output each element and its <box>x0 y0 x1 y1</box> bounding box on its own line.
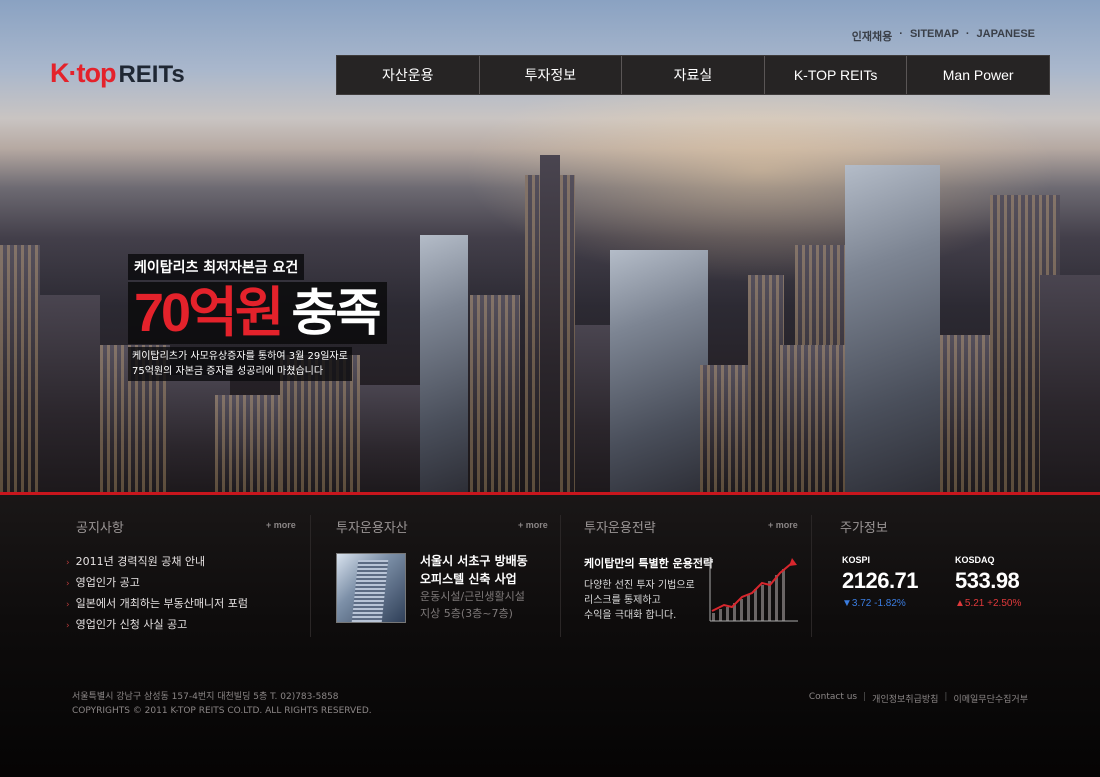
strategy-description: 다양한 선진 투자 기법으로 리스크를 통제하고 수익을 극대화 합니다. <box>584 580 695 621</box>
notice-item[interactable]: › 영업인가 공고 <box>66 573 248 594</box>
strategy-title: 투자운용전략 <box>584 521 656 536</box>
footer-address: 서울특별시 강남구 삼성동 157-4번지 대천빌딩 5층 T. 02)783-… <box>72 692 339 702</box>
nav-archive[interactable]: 자료실 <box>622 56 765 94</box>
notice-title: 공지사항 <box>76 521 124 536</box>
hero-description: 케이탑리츠가 사모유상증자를 통하여 3월 29일자로 75억원의 자본금 증자… <box>128 347 352 381</box>
kosdaq-label: KOSDAQ <box>955 555 995 565</box>
kosdaq-widget: KOSDAQ 533.98 ▲5.21 +2.50% <box>955 555 1021 609</box>
notice-list: › 2011년 경력직원 공채 안내 › 영업인가 공고 › 일본에서 개최하는 부동… <box>66 552 248 636</box>
hero-banner: K·top REITs 인재채용 · SITEMAP · JAPANESE 자산… <box>0 0 1100 495</box>
footer-links: Contact us | 개인정보취급방침 | 이메일무단수집거부 <box>809 692 1028 705</box>
kosdaq-change: ▲5.21 +2.50% <box>955 598 1022 609</box>
stocks-title: 주가정보 <box>840 521 888 536</box>
bullet-icon: › <box>66 621 70 631</box>
util-japanese-link[interactable]: JAPANESE <box>970 28 1042 44</box>
notice-item[interactable]: › 영업인가 신청 사실 공고 <box>66 615 248 636</box>
nav-investment-info[interactable]: 투자정보 <box>480 56 623 94</box>
util-sitemap-link[interactable]: SITEMAP <box>903 28 966 44</box>
footer-copyright: COPYRIGHTS © 2011 K-TOP REITS CO.LTD. AL… <box>72 706 372 716</box>
notice-item[interactable]: › 일본에서 개최하는 부동산매니저 포럼 <box>66 594 248 615</box>
hero-kicker: 케이탑리츠 최저자본금 요건 <box>128 254 305 280</box>
footer-email-policy-link[interactable]: 이메일무단수집거부 <box>953 692 1028 705</box>
nav-ktop-reits[interactable]: K-TOP REITs <box>765 56 908 94</box>
site-logo[interactable]: K·top REITs <box>50 58 185 89</box>
util-recruit-link[interactable]: 인재채용 <box>845 28 899 44</box>
column-divider <box>310 515 311 637</box>
main-nav: 자산운용 투자정보 자료실 K-TOP REITs Man Power <box>336 55 1050 95</box>
footer-privacy-link[interactable]: 개인정보취급방침 <box>872 692 938 705</box>
asset-description: 운동시설/근린생활시설 지상 5층(3층~7층) <box>420 590 525 620</box>
nav-asset-management[interactable]: 자산운용 <box>337 56 480 94</box>
asset-thumbnail[interactable] <box>336 553 406 623</box>
footer-separator: | <box>863 692 867 702</box>
kospi-change: ▼3.72 -1.82% <box>842 598 906 609</box>
strategy-more-link[interactable]: + more <box>768 520 798 530</box>
footer-contact-link[interactable]: Contact us <box>809 692 857 705</box>
notice-more-link[interactable]: + more <box>266 520 296 530</box>
asset-name[interactable]: 서울시 서초구 방배동 오피스텔 신축 사업 <box>420 552 528 588</box>
assets-title: 투자운용자산 <box>336 521 408 536</box>
kospi-label: KOSPI <box>842 555 871 565</box>
column-divider <box>560 515 561 637</box>
kospi-value: 2126.71 <box>842 568 919 593</box>
bullet-icon: › <box>66 600 70 610</box>
footer-separator: | <box>944 692 948 702</box>
hero-satisfied: 충족 <box>287 282 388 344</box>
hero-amount: 70억원 <box>128 282 288 344</box>
bullet-icon: › <box>66 558 70 568</box>
strategy-headline[interactable]: 케이탑만의 특별한 운용전략 <box>584 555 713 571</box>
kospi-widget: KOSPI 2126.71 ▼3.72 -1.82% <box>842 555 919 609</box>
utility-nav: 인재채용 · SITEMAP · JAPANESE <box>845 28 1042 44</box>
bottom-panel: 공지사항 + more › 2011년 경력직원 공채 안내 › 영업인가 공고 ›… <box>0 495 1100 777</box>
assets-more-link[interactable]: + more <box>518 520 548 530</box>
hero-desc-line1: 케이탑리츠가 사모유상증자를 통하여 3월 29일자로 <box>132 351 348 362</box>
column-divider <box>811 515 812 637</box>
logo-reits: REITs <box>118 61 185 88</box>
hero-headline: 케이탑리츠 최저자본금 요건 70억원 충족 케이탑리츠가 사모유상증자를 통하… <box>128 254 388 381</box>
nav-man-power[interactable]: Man Power <box>907 56 1049 94</box>
hero-desc-line2: 75억원의 자본금 증자를 성공리에 마쳤습니다 <box>132 366 324 377</box>
footer-info: 서울특별시 강남구 삼성동 157-4번지 대천빌딩 5층 T. 02)783-… <box>72 690 372 718</box>
growth-chart-icon <box>709 557 798 622</box>
logo-ktop: K·top <box>50 58 116 88</box>
notice-item[interactable]: › 2011년 경력직원 공채 안내 <box>66 552 248 573</box>
kosdaq-value: 533.98 <box>955 568 1020 593</box>
bullet-icon: › <box>66 579 70 589</box>
